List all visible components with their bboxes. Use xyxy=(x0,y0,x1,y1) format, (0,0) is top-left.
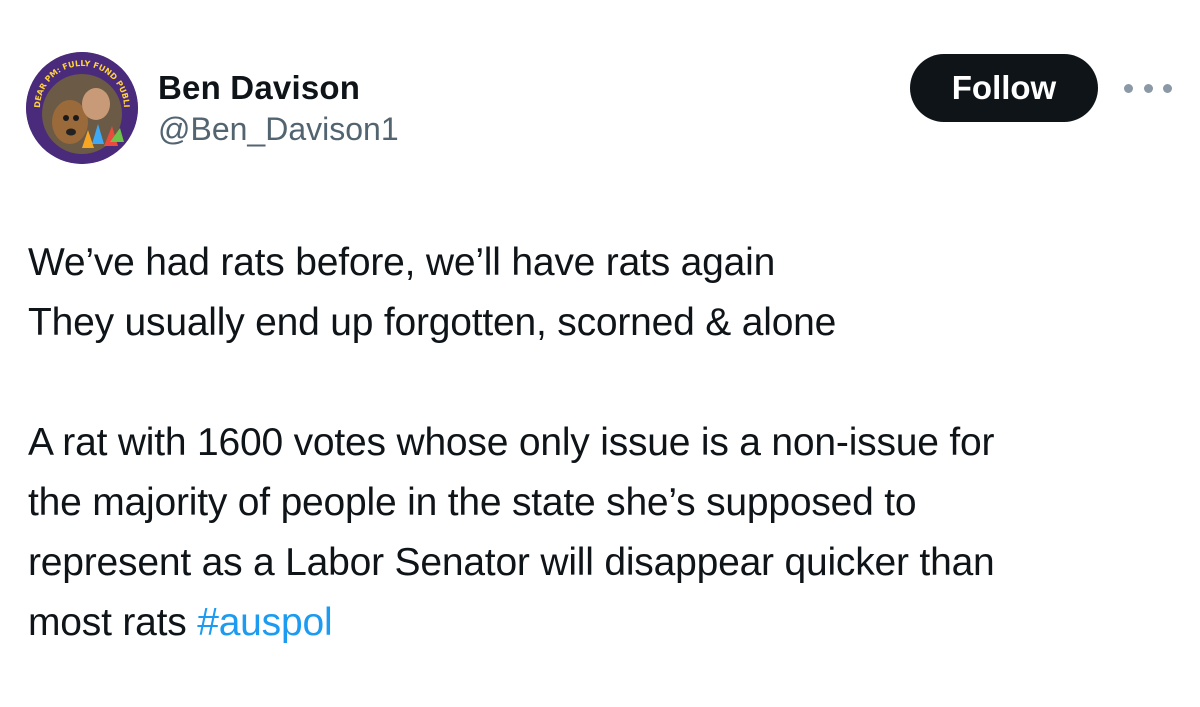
tweet-text: We’ve had rats before, we’ll have rats a… xyxy=(28,233,1178,653)
dot-icon xyxy=(1143,83,1153,93)
tweet-line: represent as a Labor Senator will disapp… xyxy=(28,541,995,584)
more-options-icon[interactable] xyxy=(1124,78,1172,98)
tweet-line: the majority of people in the state she’… xyxy=(28,481,917,524)
avatar[interactable]: DEAR PM: FULLY FUND PUBLIC SCHOOLS! xyxy=(26,52,138,164)
tweet-line: They usually end up forgotten, scorned &… xyxy=(28,301,837,344)
tweet-line-last: most rats #auspol xyxy=(28,593,1178,653)
avatar-image: DEAR PM: FULLY FUND PUBLIC SCHOOLS! xyxy=(26,52,138,164)
dot-icon xyxy=(1124,83,1133,93)
tweet-line: A rat with 1600 votes whose only issue i… xyxy=(28,421,995,464)
tweet-line: We’ve had rats before, we’ll have rats a… xyxy=(28,241,776,284)
follow-button[interactable]: Follow xyxy=(910,54,1098,122)
author-handle[interactable]: @Ben_Davison1 xyxy=(158,109,399,149)
hashtag-link[interactable]: #auspol xyxy=(197,601,332,644)
author-info: Ben Davison @Ben_Davison1 xyxy=(158,68,399,149)
dot-icon xyxy=(1163,83,1172,93)
tweet-line-text: most rats xyxy=(28,601,198,644)
author-display-name[interactable]: Ben Davison xyxy=(158,68,399,108)
